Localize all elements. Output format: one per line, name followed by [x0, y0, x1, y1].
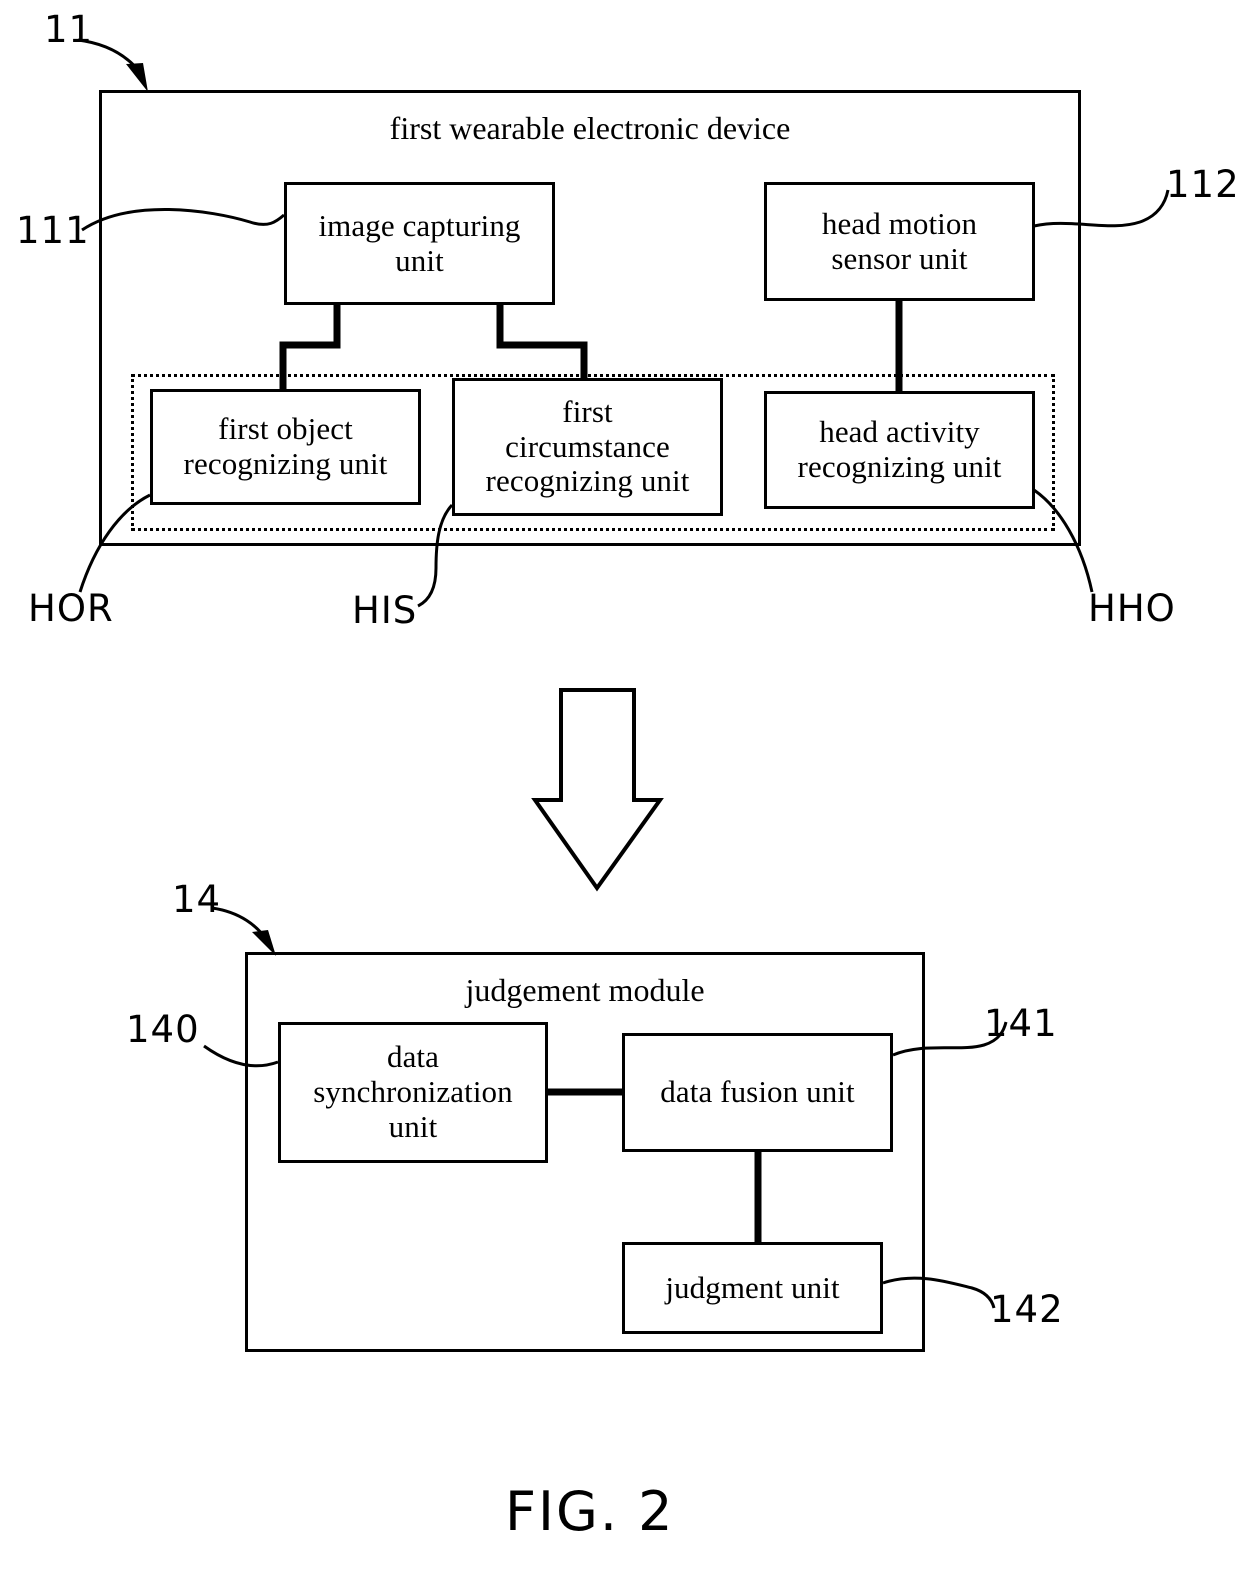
- signal-label-hor: HOR: [28, 587, 114, 630]
- first-object-recognizing-unit-box: first object recognizing unit: [150, 389, 421, 505]
- data-fusion-unit-box: data fusion unit: [622, 1033, 893, 1152]
- ref-141: 141: [984, 1002, 1058, 1045]
- image-capturing-unit-label: image capturing unit: [318, 207, 521, 278]
- data-synchronization-unit-label: data synchronization unit: [313, 1039, 513, 1144]
- data-fusion-unit-label: data fusion unit: [660, 1074, 855, 1110]
- ref-140: 140: [126, 1008, 200, 1051]
- figure-canvas: first wearable electronic device image c…: [0, 0, 1240, 1570]
- ref-14: 14: [172, 878, 222, 921]
- head-activity-recognizing-unit-label: head activity recognizing unit: [797, 414, 1002, 484]
- signal-label-his: HIS: [352, 589, 418, 632]
- image-capturing-unit-box: image capturing unit: [284, 182, 555, 305]
- first-circumstance-recognizing-unit-label: first circumstance recognizing unit: [485, 393, 690, 499]
- leader-arrowhead-11: [126, 63, 148, 92]
- ref-142: 142: [990, 1288, 1064, 1331]
- ref-11: 11: [44, 8, 94, 51]
- judgment-unit-label: judgment unit: [665, 1269, 840, 1305]
- figure-caption: FIG. 2: [505, 1480, 675, 1543]
- judgment-unit-box: judgment unit: [622, 1242, 883, 1334]
- downward-block-arrow: [531, 688, 664, 892]
- data-synchronization-unit-box: data synchronization unit: [278, 1022, 548, 1163]
- signal-label-hho: HHO: [1088, 587, 1176, 630]
- head-activity-recognizing-unit-box: head activity recognizing unit: [764, 391, 1035, 509]
- ref-111: 111: [16, 209, 90, 252]
- judgement-module-title: judgement module: [465, 972, 705, 1008]
- first-object-recognizing-unit-label: first object recognizing unit: [183, 411, 388, 481]
- ref-112: 112: [1166, 163, 1240, 206]
- head-motion-sensor-unit-box: head motion sensor unit: [764, 182, 1035, 301]
- first-wearable-electronic-device-title: first wearable electronic device: [389, 110, 791, 146]
- first-circumstance-recognizing-unit-box: first circumstance recognizing unit: [452, 378, 723, 516]
- head-motion-sensor-unit-label: head motion sensor unit: [821, 205, 978, 276]
